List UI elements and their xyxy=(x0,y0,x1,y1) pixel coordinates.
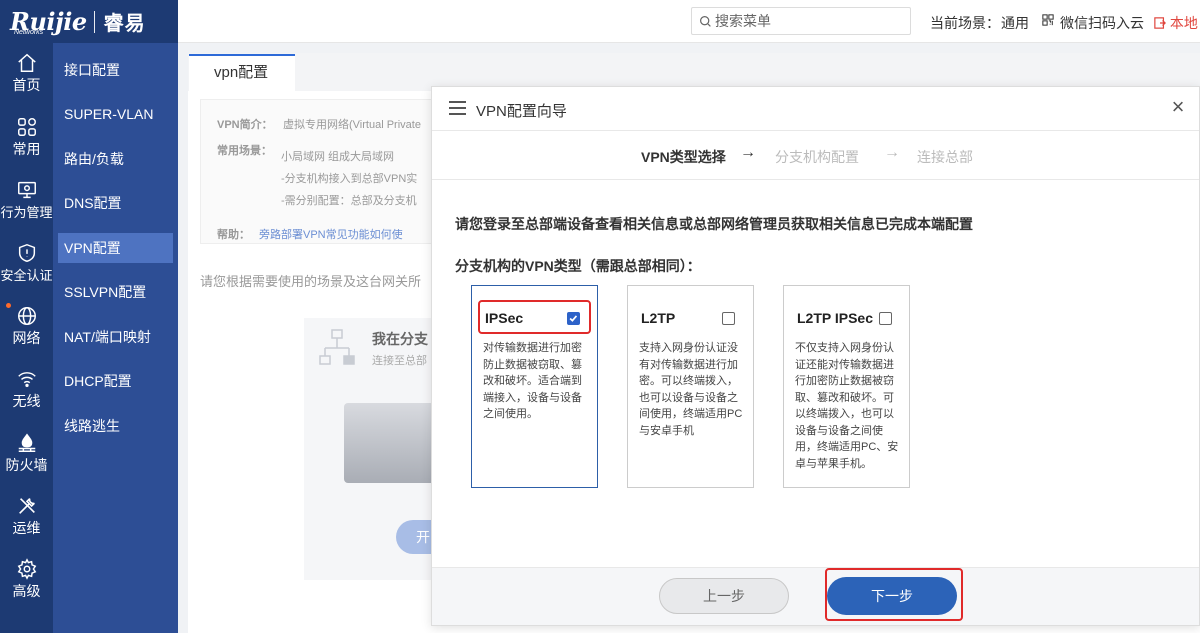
l2tp-checkbox[interactable] xyxy=(722,312,735,325)
nav-behavior-label: 行为管理 xyxy=(0,205,53,220)
local-label: 本地 xyxy=(1169,15,1198,31)
main-nav-rail: 首页 常用 行为管理 安全认证 网络 无线 防火墙 运维 高级 xyxy=(0,43,53,633)
tools-icon xyxy=(18,497,35,514)
network-subnav: 接口配置 SUPER-VLAN 路由/负载 DNS配置 VPN配置 SSLVPN… xyxy=(53,43,178,633)
highlight-next xyxy=(825,568,963,621)
nav-behavior[interactable]: 行为管理 xyxy=(0,170,53,230)
product-name: 睿易 xyxy=(103,13,146,35)
highlight-ipsec xyxy=(478,300,591,334)
option-ipsec-desc: 对传输数据进行加密防止数据被窃取、篡改和破坏。适合端到端接入，设备与设备之间使用… xyxy=(483,342,582,420)
subnav-dhcp[interactable]: DHCP配置 xyxy=(58,366,173,396)
prev-step-button[interactable]: 上一步 xyxy=(659,578,789,614)
start-button[interactable]: 开 xyxy=(396,520,436,554)
intro-label-1: VPN简介： xyxy=(217,119,273,131)
nav-common-label: 常用 xyxy=(12,140,41,157)
dialog-header: VPN配置向导 × xyxy=(432,87,1199,131)
topology-icon xyxy=(319,329,355,365)
logo-divider xyxy=(93,10,95,33)
nav-security[interactable]: 安全认证 xyxy=(0,233,53,293)
active-dot xyxy=(6,303,11,308)
nav-wireless-label: 无线 xyxy=(12,392,41,409)
close-icon[interactable]: × xyxy=(1166,95,1190,119)
subnav-routing[interactable]: 路由/负载 xyxy=(58,144,173,174)
gear-icon xyxy=(17,557,36,580)
step-vpn-type: VPN类型选择 xyxy=(641,149,726,165)
dialog-title: VPN配置向导 xyxy=(476,103,567,120)
option-l2tp-ipsec-desc: 不仅支持入网身份认证还能对传输数据进行加密防止数据被窃取、篡改和破坏。可以终端拨… xyxy=(795,342,899,470)
monitor-icon xyxy=(17,181,36,199)
subnav-dns[interactable]: DNS配置 xyxy=(58,188,173,218)
nav-ops-label: 运维 xyxy=(12,519,41,536)
local-link[interactable]: 本地 xyxy=(1154,13,1198,33)
firewall-icon xyxy=(18,433,35,452)
menu-icon xyxy=(449,101,466,115)
step-connect-hq: 连接总部 xyxy=(917,149,973,165)
nav-home[interactable]: 首页 xyxy=(0,43,53,103)
qr-icon xyxy=(1042,13,1054,29)
tab-vpn-config[interactable]: vpn配置 xyxy=(189,54,295,91)
nav-firewall[interactable]: 防火墙 xyxy=(0,423,53,483)
config-info-text: 请您登录至总部端设备查看相关信息或总部网络管理员获取相关信息已完成本端配置 xyxy=(455,216,973,232)
arrow-right-icon: → xyxy=(884,144,900,161)
scene-value[interactable]: 通用 xyxy=(1001,13,1029,33)
nav-advanced-label: 高级 xyxy=(12,582,41,599)
nav-network[interactable]: 网络 xyxy=(0,296,53,356)
nav-wireless[interactable]: 无线 xyxy=(0,359,53,419)
option-l2tp-desc: 支持入网身份认证没有对传输数据进行加密。可以终端拨入，也可以设备与设备之间使用，… xyxy=(639,342,743,437)
nav-firewall-label: 防火墙 xyxy=(5,456,48,473)
help-link[interactable]: 旁路部署VPN常见功能如何使 xyxy=(259,226,403,242)
top-header: 搜索菜单 当前场景： 通用 微信扫码入云 本地 xyxy=(178,0,1200,43)
vpn-wizard-dialog: VPN配置向导 × VPN类型选择 → 分支机构配置 → 连接总部 请您登录至总… xyxy=(431,86,1200,626)
search-placeholder: 搜索菜单 xyxy=(715,13,771,29)
grid-icon xyxy=(17,117,36,136)
subnav-vpn[interactable]: VPN配置 xyxy=(58,233,173,263)
option-l2tp[interactable]: L2TP 支持入网身份认证没有对传输数据进行加密。可以终端拨入，也可以设备与设备… xyxy=(627,285,754,488)
globe-icon xyxy=(17,306,36,325)
steps-divider xyxy=(432,179,1199,180)
branch-title: 我在分支 xyxy=(372,331,428,347)
vpn-type-label: 分支机构的VPN类型（需跟总部相同）： xyxy=(455,258,701,274)
nav-ops[interactable]: 运维 xyxy=(0,486,53,546)
intro-value-2a: 小局域网 组成大局域网 xyxy=(281,151,395,163)
vpn-intro-box: VPN简介： 虚拟专用网络(Virtual Private 常用场景： 小局域网… xyxy=(200,99,435,244)
nav-common[interactable]: 常用 xyxy=(0,107,53,167)
start-button-label: 开 xyxy=(416,529,430,545)
nav-security-label: 安全认证 xyxy=(0,268,53,283)
intro-label-2: 常用场景： xyxy=(217,145,272,157)
wizard-steps: VPN类型选择 → 分支机构配置 → 连接总部 xyxy=(432,137,1199,173)
ruijie-logo-sub: Networks xyxy=(14,29,44,36)
brand-logo: Ruijie Networks 睿易 xyxy=(0,0,178,43)
shield-icon xyxy=(18,243,35,263)
option-l2tp-ipsec[interactable]: L2TP IPSec 不仅支持入网身份认证还能对传输数据进行加密防止数据被窃取、… xyxy=(783,285,910,488)
branch-panel: 我在分支 连接至总部 开 xyxy=(304,318,439,580)
router-image xyxy=(344,403,439,483)
scene-hint: 请您根据需要使用的场景及这台网关所 xyxy=(200,274,422,289)
subnav-nat[interactable]: NAT/端口映射 xyxy=(58,322,173,352)
intro-value-2b: -分支机构接入到总部VPN实 xyxy=(281,173,418,185)
search-input[interactable]: 搜索菜单 xyxy=(691,7,911,35)
intro-value-2c: -需分别配置：总部及分支机 xyxy=(281,195,417,207)
wechat-cloud-link[interactable]: 微信扫码入云 xyxy=(1060,13,1144,33)
l2tp-ipsec-checkbox[interactable] xyxy=(879,312,892,325)
arrow-right-icon: → xyxy=(740,144,756,161)
branch-subtitle: 连接至总部 xyxy=(372,355,427,367)
wifi-icon xyxy=(17,371,36,387)
option-l2tp-name: L2TP xyxy=(641,310,676,326)
subnav-sslvpn[interactable]: SSLVPN配置 xyxy=(58,277,173,307)
nav-advanced[interactable]: 高级 xyxy=(0,549,53,609)
subnav-line-escape[interactable]: 线路逃生 xyxy=(58,411,173,441)
step-branch-config: 分支机构配置 xyxy=(775,149,859,165)
subnav-interface[interactable]: 接口配置 xyxy=(58,55,173,85)
home-icon xyxy=(17,53,36,72)
search-icon xyxy=(700,15,711,27)
option-l2tp-ipsec-name: L2TP IPSec xyxy=(797,310,874,326)
subnav-super-vlan[interactable]: SUPER-VLAN xyxy=(58,99,173,129)
intro-value-1: 虚拟专用网络(Virtual Private xyxy=(283,119,421,131)
local-icon xyxy=(1154,17,1166,29)
dialog-footer: 上一步 下一步 xyxy=(432,567,1199,625)
scene-label: 当前场景： xyxy=(930,15,1000,31)
intro-label-3: 帮助： xyxy=(217,229,250,241)
nav-home-label: 首页 xyxy=(12,76,41,93)
nav-network-label: 网络 xyxy=(12,329,41,346)
